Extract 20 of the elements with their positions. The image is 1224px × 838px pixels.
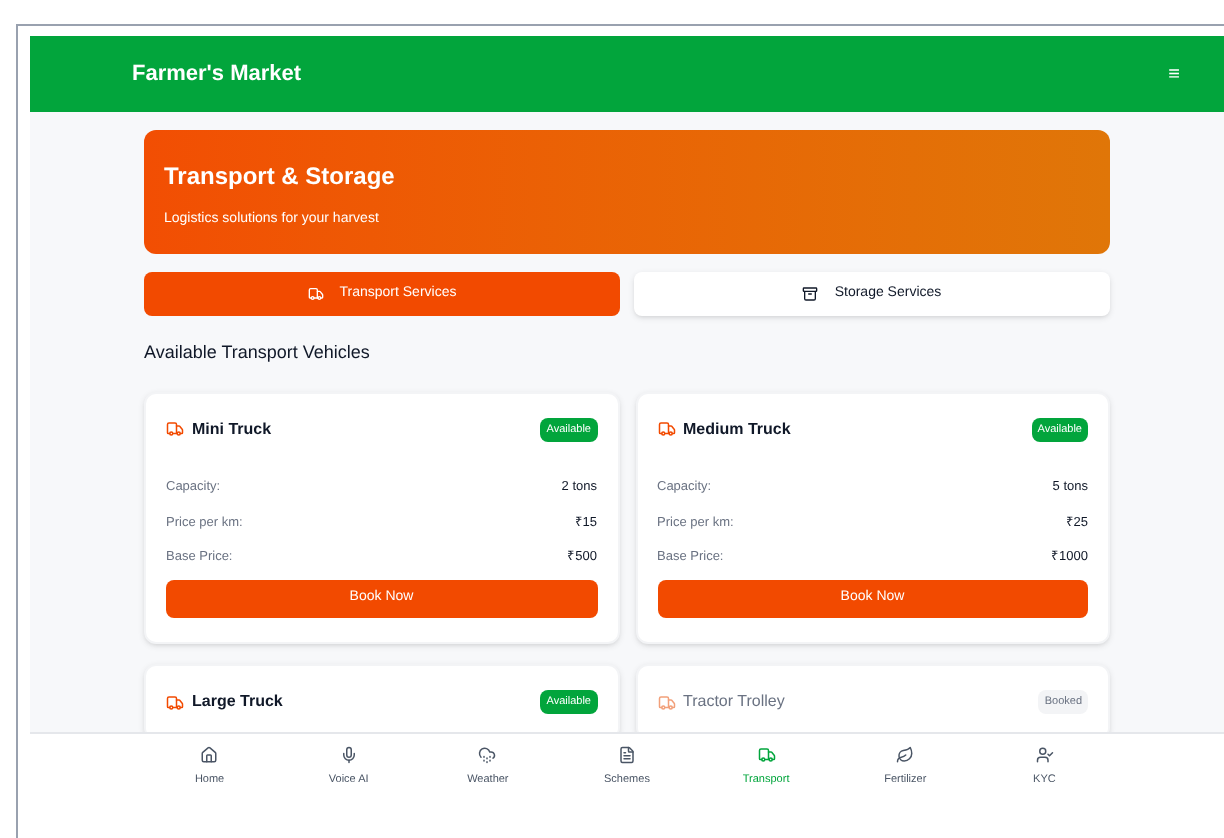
vehicle-name: Tractor Trolley bbox=[683, 690, 785, 715]
app-title: Farmer's Market bbox=[132, 59, 302, 90]
section-title: Available Transport Vehicles bbox=[144, 340, 372, 366]
vehicle-name: Mini Truck bbox=[192, 417, 272, 442]
truck-icon bbox=[166, 420, 184, 439]
hero-title: Transport & Storage bbox=[164, 160, 397, 194]
document-icon bbox=[617, 746, 636, 765]
archive-icon bbox=[802, 286, 819, 302]
vehicle-name: Medium Truck bbox=[683, 417, 791, 442]
user-icon bbox=[1035, 746, 1054, 765]
truck-icon bbox=[657, 693, 675, 712]
truck-icon bbox=[307, 286, 324, 302]
microphone-icon bbox=[339, 746, 358, 765]
truck-icon bbox=[657, 420, 675, 439]
truck-icon bbox=[166, 693, 184, 712]
leaf-icon bbox=[896, 746, 915, 765]
truck-icon bbox=[757, 746, 776, 765]
home-icon bbox=[200, 746, 219, 765]
vehicle-name: Large Truck bbox=[192, 690, 283, 715]
cloud-icon bbox=[478, 746, 497, 765]
